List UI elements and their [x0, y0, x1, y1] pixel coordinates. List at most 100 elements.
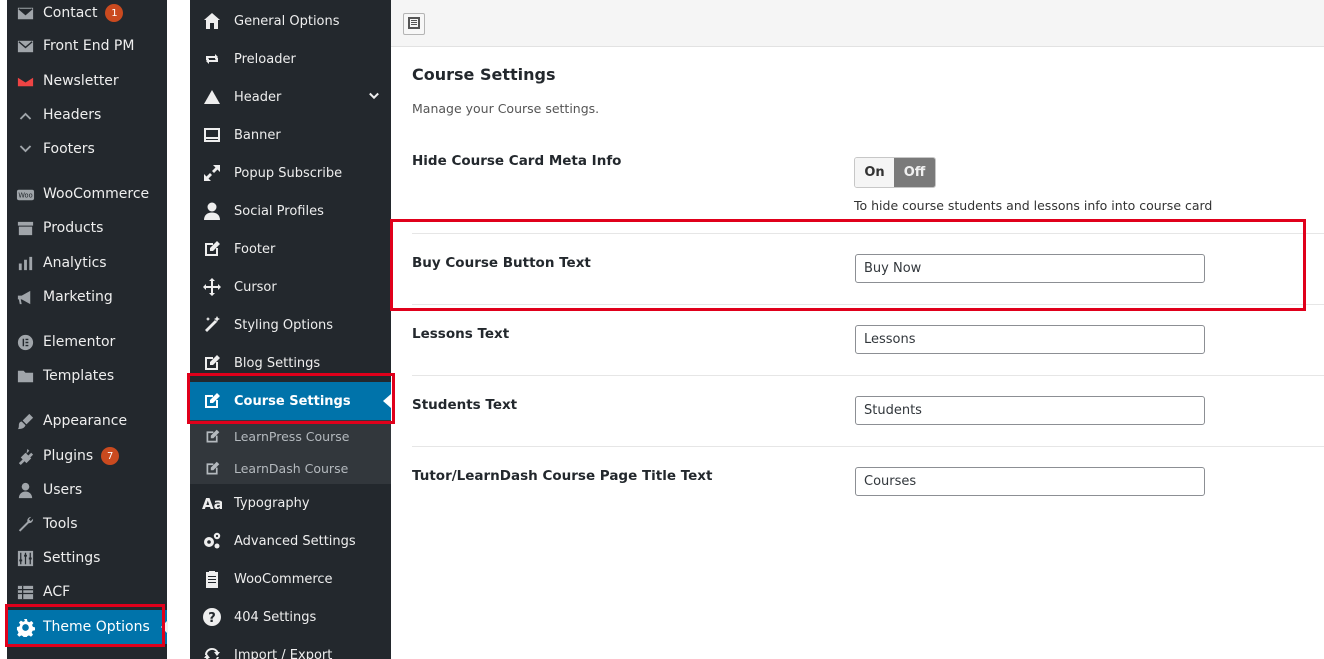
wp-menu-products[interactable]: Products [7, 211, 167, 245]
wp-menu-settings[interactable]: Settings [7, 541, 167, 575]
svg-text:?: ? [208, 611, 216, 626]
row-divider [412, 304, 1324, 305]
theme-menu-preloader[interactable]: Preloader [190, 40, 391, 78]
move-icon [190, 277, 234, 297]
user-icon [7, 481, 43, 500]
wp-menu-theme-options[interactable]: Theme Options [7, 610, 168, 644]
typography-icon: Aa [190, 493, 234, 513]
wp-menu-front-end-pm[interactable]: Front End PM [7, 29, 167, 63]
cogs-icon [190, 531, 234, 551]
theme-menu-learndash-course[interactable]: LearnDash Course [190, 452, 391, 484]
wp-menu-analytics[interactable]: Analytics [7, 246, 167, 280]
expand-icon [190, 163, 234, 183]
wp-menu-label: ACF [43, 584, 71, 600]
theme-menu-typography[interactable]: Aa Typography [190, 484, 391, 522]
panel-toolbar [391, 0, 1324, 47]
buy-button-text-input[interactable] [855, 254, 1205, 283]
edit-icon [190, 428, 234, 445]
theme-menu-label: Popup Subscribe [234, 165, 343, 181]
hide-meta-switch: On Off [854, 157, 936, 188]
wp-menu-label: Analytics [43, 255, 107, 271]
wp-menu-label: Templates [43, 368, 115, 384]
theme-menu-label: Social Profiles [234, 203, 324, 219]
theme-menu-label: Styling Options [234, 317, 334, 333]
theme-menu-header[interactable]: Header [190, 78, 391, 116]
wp-menu-appearance[interactable]: Appearance [7, 404, 167, 438]
chevron-up-icon [7, 106, 43, 125]
page-title-text-input[interactable] [855, 467, 1205, 496]
page-title-text-label: Tutor/LearnDash Course Page Title Text [412, 468, 713, 484]
wrench-icon [7, 515, 43, 534]
wp-menu-woocommerce[interactable]: Woo WooCommerce [7, 177, 167, 211]
row-divider [412, 233, 1324, 234]
theme-menu-404-settings[interactable]: ? 404 Settings [190, 598, 391, 636]
mail-icon [7, 37, 43, 56]
wp-menu-label: Headers [43, 107, 102, 123]
theme-menu-label: General Options [234, 13, 340, 29]
row-divider [412, 446, 1324, 447]
settings-panel: Course Settings Manage your Course setti… [391, 0, 1324, 659]
wp-menu-elementor[interactable]: Elementor [7, 325, 167, 359]
megaphone-icon [7, 288, 43, 307]
wp-menu-plugins[interactable]: Plugins 7 [7, 439, 167, 473]
wp-menu-label: Plugins [43, 448, 94, 464]
svg-text:Aa: Aa [202, 495, 222, 513]
theme-menu-import-export[interactable]: Import / Export [190, 636, 391, 659]
theme-menu-label: Preloader [234, 51, 296, 67]
wp-menu-tools[interactable]: Tools [7, 507, 167, 541]
edit-icon [190, 239, 234, 259]
edit-icon [190, 353, 234, 373]
notification-badge: 7 [101, 447, 120, 465]
woo-icon: Woo [7, 185, 43, 204]
theme-menu-label: Banner [234, 127, 281, 143]
magic-wand-icon [190, 315, 234, 335]
theme-menu-styling-options[interactable]: Styling Options [190, 306, 391, 344]
theme-menu-label: Header [234, 89, 282, 105]
wp-menu-label: Theme Options [43, 619, 150, 635]
theme-menu-blog-settings[interactable]: Blog Settings [190, 344, 391, 382]
theme-menu-label: Blog Settings [234, 355, 321, 371]
theme-menu-general-options[interactable]: General Options [190, 2, 391, 40]
theme-menu-label: 404 Settings [234, 609, 317, 625]
row-divider [412, 375, 1324, 376]
question-icon: ? [190, 607, 234, 627]
wp-menu-acf[interactable]: ACF [7, 575, 167, 609]
active-pointer [161, 620, 168, 634]
theme-menu-advanced-settings[interactable]: Advanced Settings [190, 522, 391, 560]
layout-icon [407, 15, 421, 34]
switch-on-option[interactable]: On [855, 158, 895, 187]
theme-menu-learnpress-course[interactable]: LearnPress Course [190, 420, 391, 452]
students-text-input[interactable] [855, 396, 1205, 425]
chevron-down-icon[interactable] [367, 90, 381, 108]
edit-icon [190, 460, 234, 477]
theme-menu-banner[interactable]: Banner [190, 116, 391, 154]
wp-menu-label: Elementor [43, 334, 116, 350]
wp-menu-templates[interactable]: Templates [7, 359, 167, 393]
lessons-text-input[interactable] [855, 325, 1205, 354]
wp-menu-label: Tools [43, 516, 78, 532]
triangle-icon [190, 87, 234, 107]
theme-menu-popup-subscribe[interactable]: Popup Subscribe [190, 154, 391, 192]
wp-menu-label: Contact [43, 5, 98, 21]
hide-meta-description: To hide course students and lessons info… [854, 198, 1213, 213]
theme-menu-cursor[interactable]: Cursor [190, 268, 391, 306]
wp-menu-footers[interactable]: Footers [7, 132, 167, 166]
mail-icon [7, 4, 43, 23]
svg-text:Woo: Woo [18, 191, 32, 199]
wp-menu-headers[interactable]: Headers [7, 98, 167, 132]
chart-bar-icon [7, 254, 43, 273]
theme-options-menu: General Options Preloader Header Banner … [190, 0, 391, 659]
theme-menu-woocommerce[interactable]: WooCommerce [190, 560, 391, 598]
switch-off-option[interactable]: Off [894, 158, 935, 187]
wp-menu-contact[interactable]: Contact 1 [7, 0, 167, 30]
toggle-sidebar-button[interactable] [403, 13, 425, 35]
theme-menu-social-profiles[interactable]: Social Profiles [190, 192, 391, 230]
theme-menu-footer[interactable]: Footer [190, 230, 391, 268]
wp-menu-users[interactable]: Users [7, 473, 167, 507]
wp-menu-marketing[interactable]: Marketing [7, 280, 167, 314]
theme-menu-course-settings[interactable]: Course Settings [190, 382, 391, 420]
gear-icon [7, 618, 43, 637]
section-title: Course Settings [412, 65, 556, 84]
wp-menu-label: Newsletter [43, 73, 119, 89]
wp-menu-newsletter[interactable]: Newsletter [7, 64, 167, 98]
